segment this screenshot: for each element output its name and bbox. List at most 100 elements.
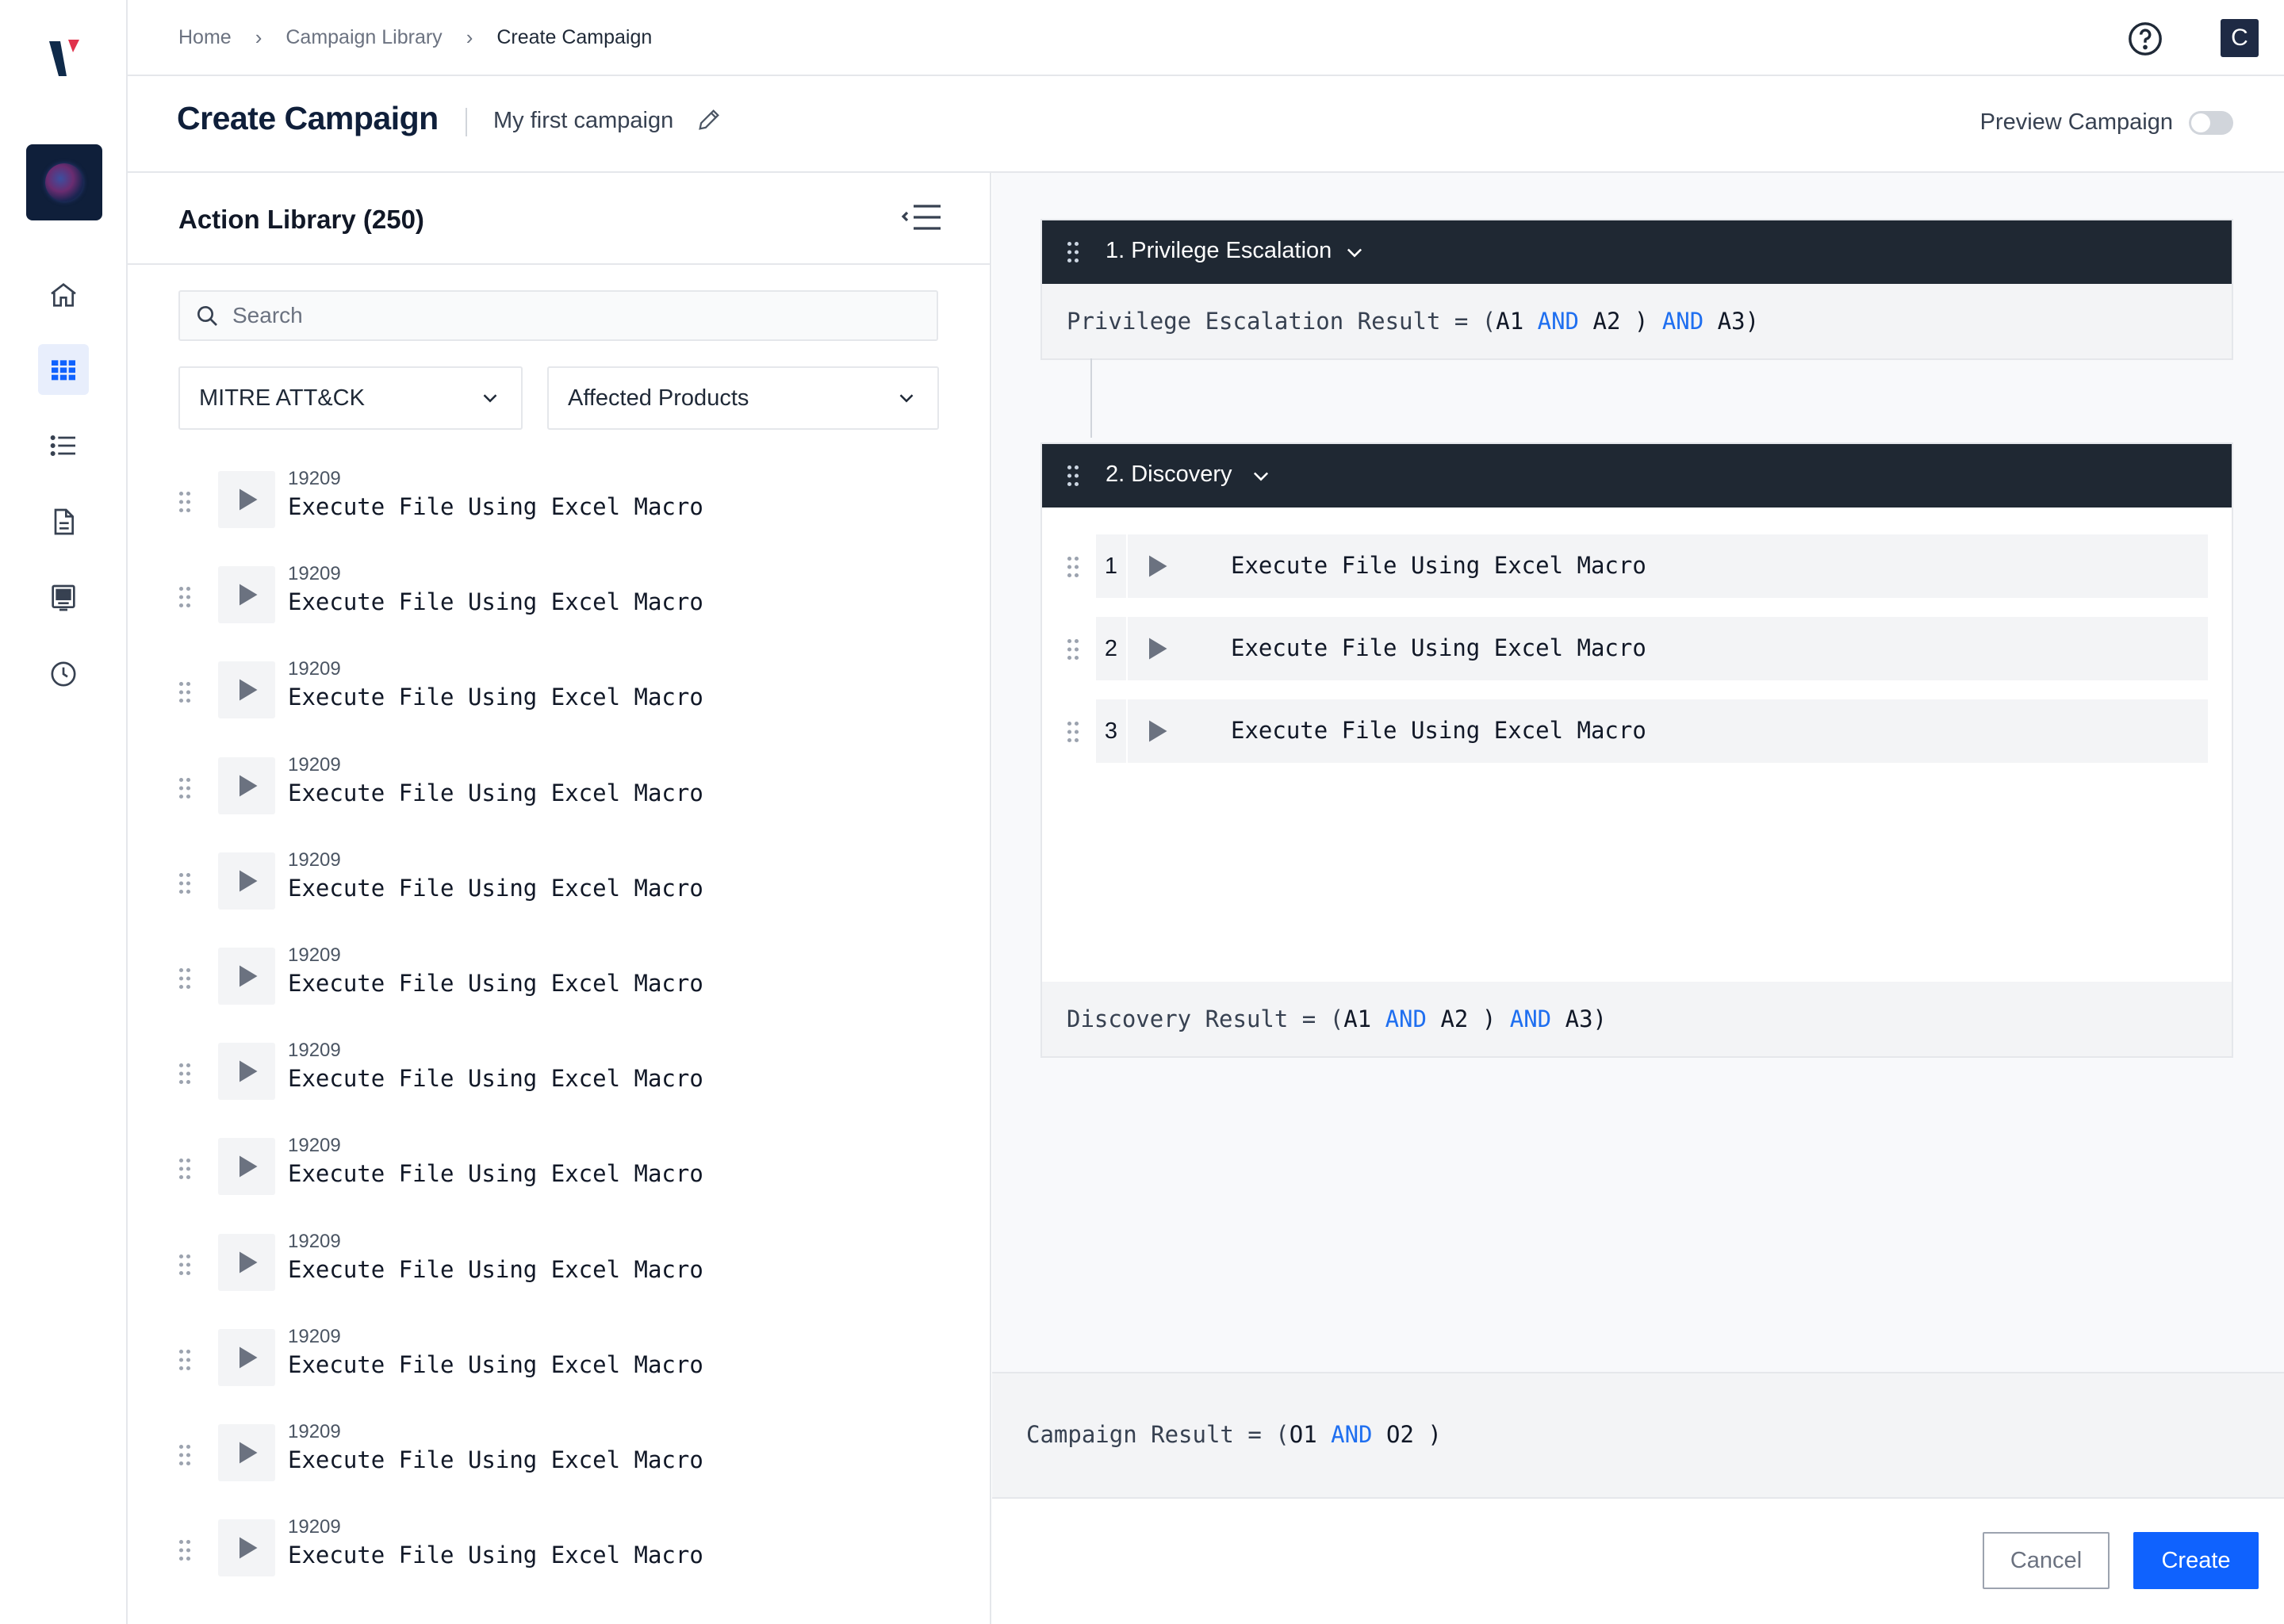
stage-privilege-escalation[interactable]: 1. Privilege Escalation Privilege Escala…	[1040, 219, 2233, 360]
mitre-filter-select[interactable]: MITRE ATT&CK	[178, 366, 523, 430]
stage-discovery[interactable]: 2. Discovery 1 Execute File Using Excel M…	[1040, 442, 2233, 1058]
action-play-button[interactable]	[218, 1328, 275, 1386]
drag-handle-icon[interactable]	[1066, 720, 1080, 744]
list-item[interactable]: 19209 Execute File Using Excel Macro	[128, 840, 990, 935]
list-item[interactable]: 19209 Execute File Using Excel Macro	[128, 553, 990, 649]
rail-home[interactable]	[38, 270, 89, 320]
action-play-button[interactable]	[218, 1043, 275, 1101]
play-icon	[240, 775, 258, 797]
drag-handle-icon[interactable]	[178, 585, 192, 609]
list-item[interactable]: 19209 Execute File Using Excel Macro	[128, 458, 990, 553]
chevron-down-icon	[899, 394, 914, 403]
drag-handle-icon[interactable]	[178, 680, 192, 704]
action-play-button[interactable]	[218, 1424, 275, 1481]
list-item[interactable]: 19209 Execute File Using Excel Macro	[128, 649, 990, 744]
action-play-button[interactable]	[218, 661, 275, 719]
action-body[interactable]: Execute File Using Excel Macro	[1128, 699, 2208, 763]
result-operator[interactable]: AND	[1662, 308, 1703, 335]
action-play-button[interactable]	[1128, 703, 1185, 760]
rail-assets[interactable]	[38, 573, 89, 623]
campaign-result-bar: Campaign Result = (O1 AND O2 )	[992, 1372, 2284, 1499]
action-body[interactable]: Execute File Using Excel Macro	[1128, 534, 2208, 598]
action-play-button[interactable]	[1128, 538, 1185, 595]
action-name: Execute File Using Excel Macro	[288, 779, 703, 806]
drag-handle-icon[interactable]	[178, 967, 192, 990]
play-icon	[1149, 555, 1167, 577]
action-name: Execute File Using Excel Macro	[288, 1542, 703, 1569]
stage-action-row[interactable]: 3 Execute File Using Excel Macro	[1066, 699, 2208, 763]
drag-handle-icon[interactable]	[178, 1157, 192, 1181]
chevron-down-icon[interactable]	[1250, 465, 1272, 487]
drag-handle-icon[interactable]	[1066, 240, 1080, 264]
list-item[interactable]: 19209 Execute File Using Excel Macro	[128, 1507, 990, 1602]
action-name: Execute File Using Excel Macro	[288, 1255, 703, 1283]
brand-logo[interactable]	[46, 35, 81, 82]
play-icon	[240, 1155, 258, 1178]
action-id: 19209	[288, 1421, 341, 1442]
rail-campaigns[interactable]	[38, 344, 89, 395]
stage-result-expression: Discovery Result = (A1 AND A2 ) AND A3)	[1042, 982, 2232, 1056]
affected-products-select[interactable]: Affected Products	[547, 366, 939, 430]
drag-handle-icon[interactable]	[178, 776, 192, 800]
action-play-button[interactable]	[218, 1233, 275, 1291]
action-name: Execute File Using Excel Macro	[288, 970, 703, 997]
action-name: Execute File Using Excel Macro	[288, 1350, 703, 1378]
action-play-button[interactable]	[218, 852, 275, 910]
create-button[interactable]: Create	[2133, 1532, 2259, 1589]
preview-campaign-toggle[interactable]	[2189, 111, 2233, 135]
list-item[interactable]: 19209 Execute File Using Excel Macro	[128, 1030, 990, 1125]
drag-handle-icon[interactable]	[178, 1062, 192, 1086]
action-order: 2	[1096, 617, 1126, 680]
list-item[interactable]: 19209 Execute File Using Excel Macro	[128, 1125, 990, 1220]
drag-handle-icon[interactable]	[178, 871, 192, 895]
rail-history[interactable]	[38, 649, 89, 699]
result-ref: O1	[1289, 1421, 1317, 1448]
drag-handle-icon[interactable]	[178, 1538, 192, 1562]
stage-header[interactable]: 2. Discovery	[1042, 444, 2232, 508]
breadcrumb-campaign-library[interactable]: Campaign Library	[286, 26, 442, 49]
action-play-button[interactable]	[218, 756, 275, 814]
page-header: Create Campaign My first campaign Previe…	[128, 76, 2284, 173]
drag-handle-icon[interactable]	[178, 1253, 192, 1277]
list-item[interactable]: 19209 Execute File Using Excel Macro	[128, 745, 990, 840]
list-item[interactable]: 19209 Execute File Using Excel Macro	[128, 1221, 990, 1316]
workspace-avatar[interactable]	[26, 144, 102, 220]
rail-list[interactable]	[38, 420, 89, 471]
chevron-down-icon[interactable]	[1343, 241, 1366, 263]
list-item[interactable]: 19209 Execute File Using Excel Macro	[128, 935, 990, 1030]
action-play-button[interactable]	[218, 1519, 275, 1577]
drag-handle-icon[interactable]	[1066, 638, 1080, 661]
result-operator[interactable]: AND	[1331, 1421, 1372, 1448]
result-operator[interactable]: AND	[1538, 308, 1579, 335]
action-body[interactable]: Execute File Using Excel Macro	[1128, 617, 2208, 680]
result-operator[interactable]: AND	[1510, 1005, 1551, 1032]
action-play-button[interactable]	[218, 566, 275, 624]
edit-pencil-icon[interactable]	[696, 106, 722, 133]
drag-handle-icon[interactable]	[178, 1348, 192, 1372]
drag-handle-icon[interactable]	[1066, 555, 1080, 579]
stage-action-row[interactable]: 2 Execute File Using Excel Macro	[1066, 617, 2208, 680]
action-play-button[interactable]	[218, 948, 275, 1005]
cancel-button[interactable]: Cancel	[1983, 1532, 2110, 1589]
clock-icon	[51, 661, 76, 687]
play-icon	[1149, 720, 1167, 742]
drag-handle-icon[interactable]	[178, 1443, 192, 1467]
user-avatar[interactable]: C	[2221, 19, 2259, 57]
stage-header[interactable]: 1. Privilege Escalation	[1042, 220, 2232, 284]
breadcrumb-home[interactable]: Home	[178, 26, 232, 49]
rail-reports[interactable]	[38, 496, 89, 547]
action-play-button[interactable]	[218, 1138, 275, 1196]
campaign-name[interactable]: My first campaign	[493, 108, 673, 134]
list-item[interactable]: 19209 Execute File Using Excel Macro	[128, 1316, 990, 1411]
search-input[interactable]	[232, 303, 914, 328]
action-play-button[interactable]	[1128, 620, 1185, 677]
help-icon[interactable]	[2127, 21, 2163, 57]
result-operator[interactable]: AND	[1385, 1005, 1427, 1032]
play-icon	[240, 1442, 258, 1464]
list-item[interactable]: 19209 Execute File Using Excel Macro	[128, 1411, 990, 1507]
drag-handle-icon[interactable]	[178, 490, 192, 514]
action-play-button[interactable]	[218, 471, 275, 528]
collapse-panel-icon[interactable]	[901, 201, 942, 233]
stage-action-row[interactable]: 1 Execute File Using Excel Macro	[1066, 534, 2208, 598]
drag-handle-icon[interactable]	[1066, 464, 1080, 488]
